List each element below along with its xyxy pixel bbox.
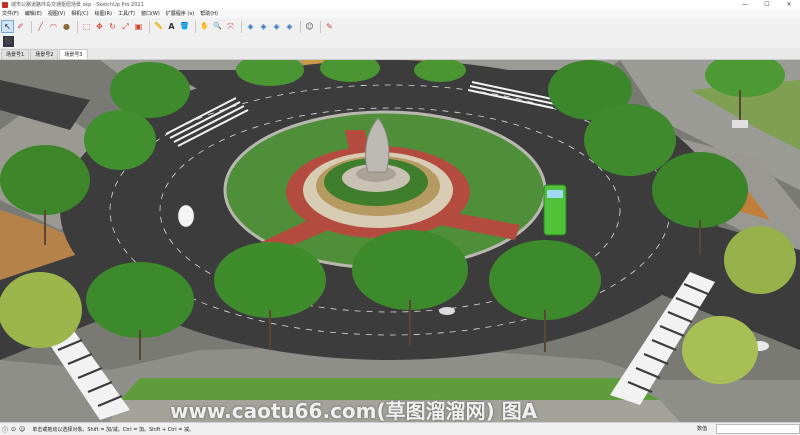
menu-file[interactable]: 文件(F) <box>2 10 19 17</box>
menu-view[interactable]: 视图(V) <box>48 10 65 17</box>
menu-tools[interactable]: 工具(T) <box>118 10 135 17</box>
menu-window[interactable]: 窗口(W) <box>141 10 160 17</box>
scale-tool-icon[interactable]: ⤢ <box>120 21 131 32</box>
line-tool-icon[interactable]: ╱ <box>35 21 46 32</box>
white-car-south <box>439 307 455 315</box>
styles-icon[interactable]: ◈ <box>284 21 295 32</box>
text-tool-icon[interactable]: A <box>166 21 177 32</box>
toolbar-divider <box>241 20 242 33</box>
tab-scene-3[interactable]: 场景号3 <box>59 49 88 59</box>
user-icon[interactable]: ☺ <box>19 426 25 433</box>
menu-draw[interactable]: 绘图(R) <box>95 10 112 17</box>
select-tool-icon[interactable]: ↖ <box>1 20 14 33</box>
zoom-tool-icon[interactable]: 🔍 <box>212 21 223 32</box>
tab-scene-1[interactable]: 场景号1 <box>1 49 30 59</box>
paint-bucket-icon[interactable]: 🪣 <box>179 21 190 32</box>
measurements-label: 数值 <box>697 426 708 432</box>
toolbar-divider <box>300 20 301 33</box>
secondary-toolbar: ⬛ <box>0 35 800 48</box>
menu-extensions[interactable]: 扩展程序 (x) <box>166 10 194 17</box>
menu-bar: 文件(F) 编辑(E) 视图(V) 相机(C) 绘图(R) 工具(T) 窗口(W… <box>0 9 800 18</box>
bus-windshield <box>547 190 563 198</box>
tab-scene-2[interactable]: 场景号2 <box>30 49 59 59</box>
arc-tool-icon[interactable]: ◠ <box>48 21 59 32</box>
layout-icon[interactable]: ◈ <box>271 21 282 32</box>
move-tool-icon[interactable]: ✥ <box>94 21 105 32</box>
watermark-text: www.caotu66.com(草图溜溜网) 图A <box>170 399 538 423</box>
maximize-button[interactable]: ☐ <box>756 0 778 9</box>
account-icon[interactable]: ☺ <box>304 21 315 32</box>
edit-note-icon[interactable]: ✎ <box>324 21 335 32</box>
status-icons: ⓘ ⊙ ☺ <box>2 425 28 434</box>
toolbar-divider <box>149 20 150 33</box>
window-controls: — ☐ ✕ <box>734 0 800 9</box>
info-icon[interactable]: ⓘ <box>2 425 8 434</box>
offset-tool-icon[interactable]: ▣ <box>133 21 144 32</box>
title-bar: 城市公路道路环岛交通枢纽场景.skp - SketchUp Pro 2021 —… <box>0 0 800 9</box>
toolbar-divider <box>77 20 78 33</box>
extension-warehouse-icon[interactable]: ◈ <box>258 21 269 32</box>
menu-help[interactable]: 帮助(H) <box>200 10 218 17</box>
geo-location-icon[interactable]: ⊙ <box>11 426 16 433</box>
push-pull-tool-icon[interactable]: ⬚ <box>81 21 92 32</box>
rotate-tool-icon[interactable]: ↻ <box>107 21 118 32</box>
park-bench <box>732 120 748 128</box>
menu-edit[interactable]: 编辑(E) <box>25 10 42 17</box>
window-title: 城市公路道路环岛交通枢纽场景.skp - SketchUp Pro 2021 <box>11 2 144 8</box>
main-toolbar: ↖ ✐ ╱ ◠ ● ⬚ ✥ ↻ ⤢ ▣ 📏 A 🪣 ✋ 🔍 ⤧ ◈ ◈ ◈ ◈ … <box>0 18 800 35</box>
zoom-extents-icon[interactable]: ⤧ <box>225 21 236 32</box>
status-hint: 单击或拖动以选择对象。Shift = 加/减。Ctrl = 加。Shift + … <box>32 426 194 433</box>
close-button[interactable]: ✕ <box>778 0 800 9</box>
measurements-input[interactable] <box>716 424 800 434</box>
tape-measure-icon[interactable]: 📏 <box>153 21 164 32</box>
status-bar: ⓘ ⊙ ☺ 单击或拖动以选择对象。Shift = 加/减。Ctrl = 加。Sh… <box>0 422 800 435</box>
model-viewport[interactable] <box>0 60 800 422</box>
layers-panel-icon[interactable]: ⬛ <box>3 36 14 47</box>
toolbar-divider <box>195 20 196 33</box>
orbit-tool-icon[interactable]: ✋ <box>199 21 210 32</box>
menu-camera[interactable]: 相机(C) <box>71 10 88 17</box>
minimize-button[interactable]: — <box>734 0 756 9</box>
sketchup-logo-icon <box>2 1 8 8</box>
scene-tabs: 场景号1 场景号2 场景号3 <box>0 48 800 60</box>
roundabout-scene <box>0 60 800 422</box>
eraser-tool-icon[interactable]: ✐ <box>15 21 26 32</box>
toolbar-divider <box>320 20 321 33</box>
toolbar-divider <box>31 20 32 33</box>
shape-tool-icon[interactable]: ● <box>61 21 72 32</box>
white-car-west <box>177 204 195 228</box>
warehouse-icon[interactable]: ◈ <box>245 21 256 32</box>
